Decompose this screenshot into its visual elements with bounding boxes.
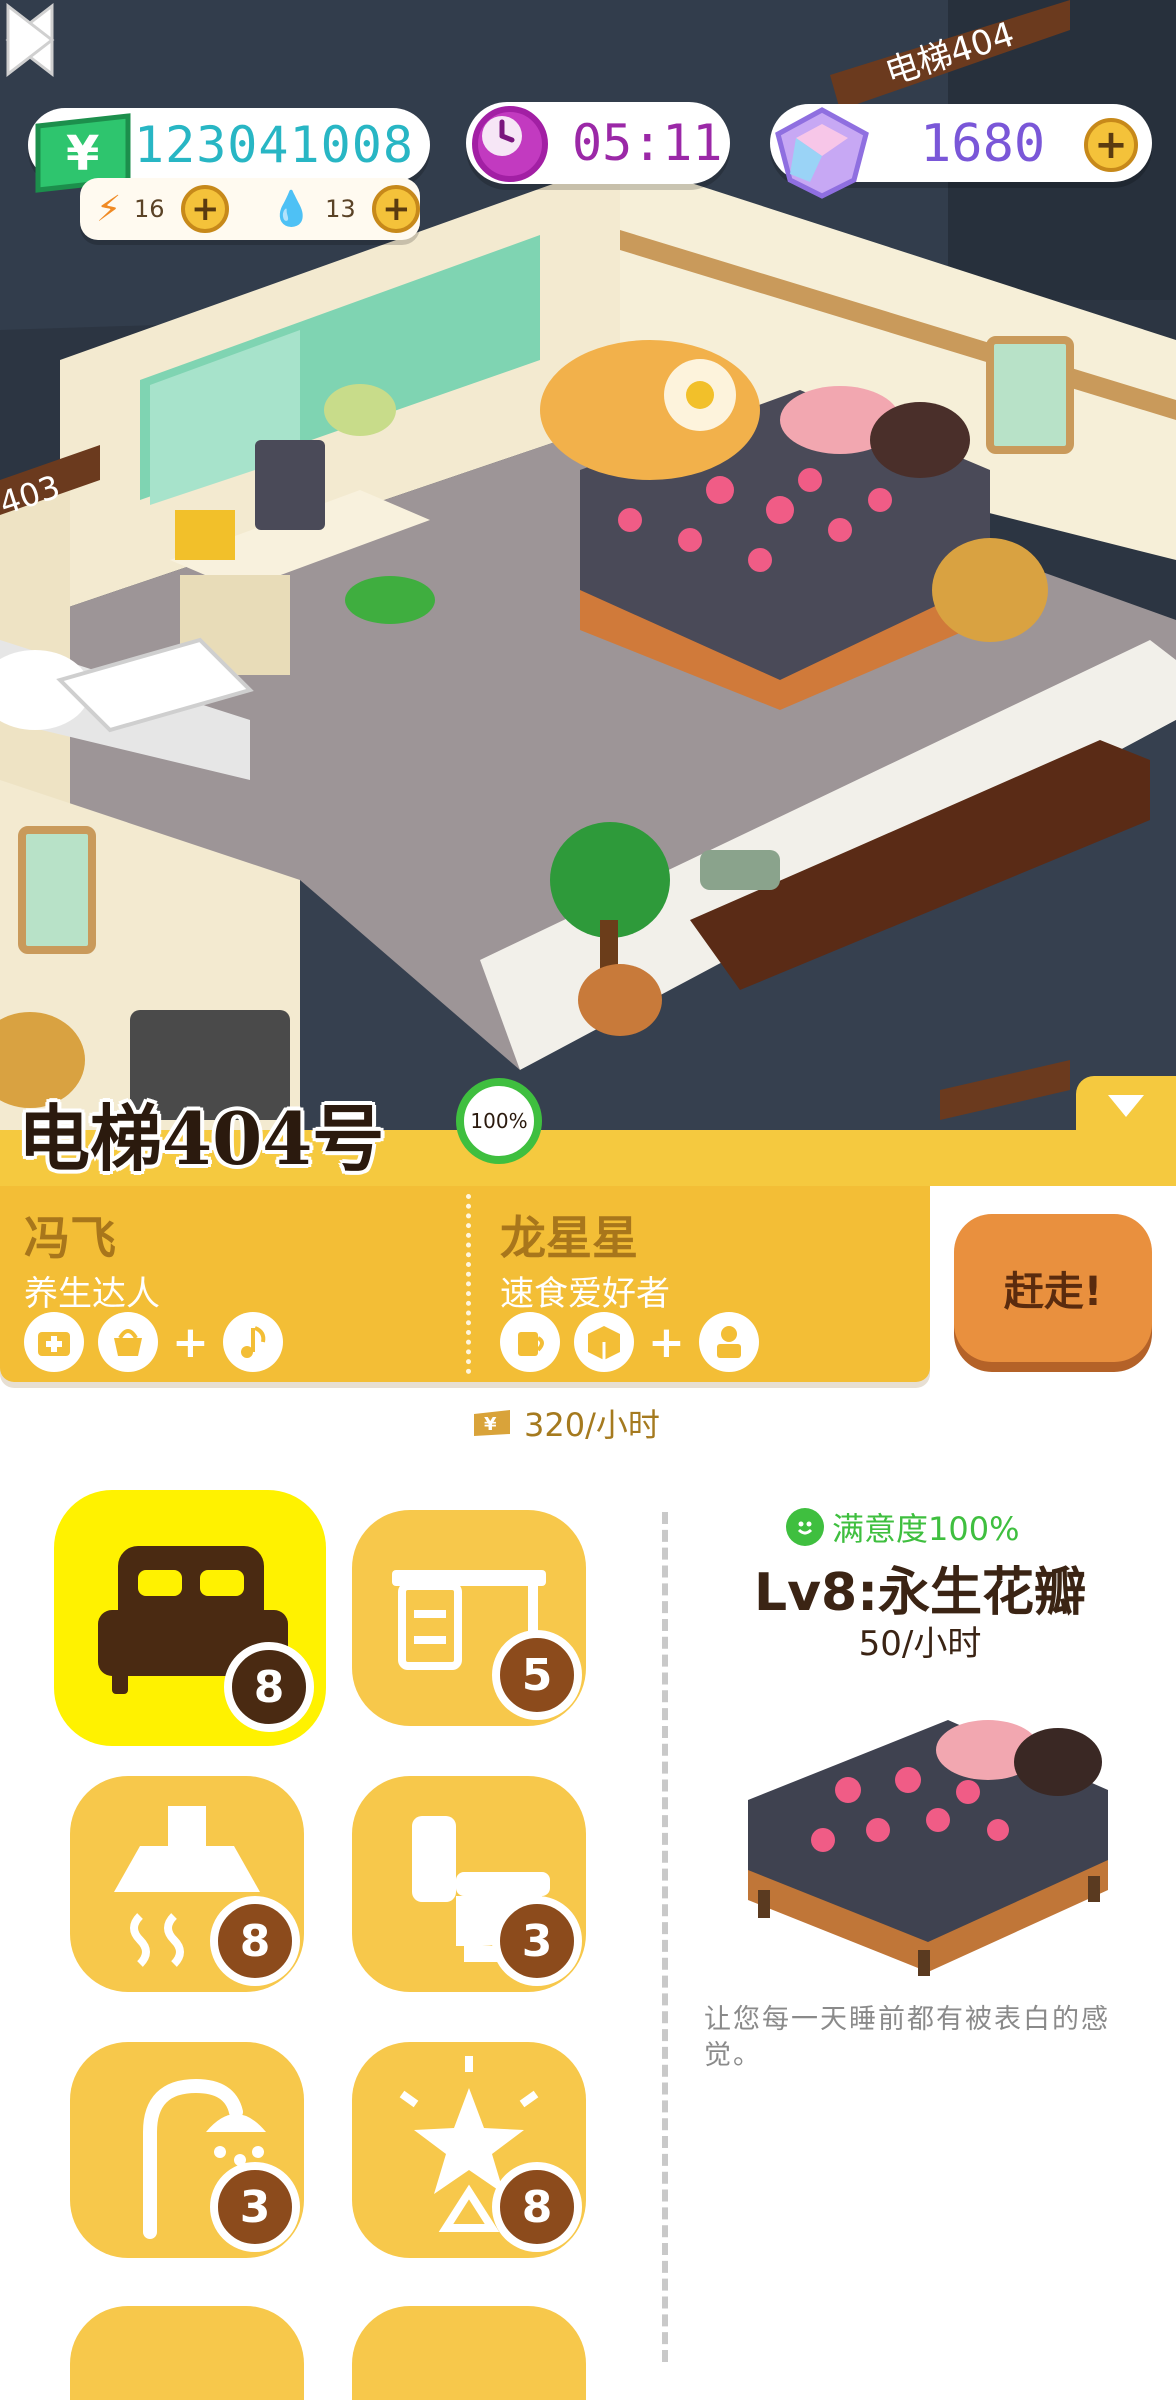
- tenant-needs: +: [500, 1312, 759, 1372]
- box-icon: [574, 1312, 634, 1372]
- room-title: 电梯404号: [18, 1096, 385, 1181]
- add-energy-button[interactable]: +: [181, 185, 230, 233]
- resource-sub-counter: ⚡ 16 + 💧 13 +: [80, 178, 421, 240]
- gem-value: 1680: [920, 114, 1046, 174]
- medical-kit-icon: [24, 1312, 84, 1372]
- chevron-down-icon: [1108, 1095, 1144, 1117]
- tenant-name: 冯飞: [24, 1211, 116, 1265]
- tenant-title: 养生达人: [24, 1274, 160, 1314]
- tenant-title: 速食爱好者: [500, 1274, 670, 1314]
- evict-button[interactable]: 赶走!: [954, 1214, 1152, 1362]
- lightning-icon: ⚡: [96, 188, 122, 230]
- category-slot-more[interactable]: [352, 2306, 586, 2400]
- money-value: 123041008: [134, 116, 414, 174]
- category-level-badge: 3: [492, 1896, 582, 1986]
- satisfaction-value: 满意度100%: [832, 1510, 1020, 1548]
- rent-value: 320/小时: [524, 1406, 660, 1444]
- water-value: 13: [325, 195, 356, 223]
- category-level-badge: 8: [210, 1896, 300, 1986]
- collapse-panel-button[interactable]: [1076, 1076, 1176, 1136]
- tenant-needs: +: [24, 1312, 283, 1372]
- smiley-icon: [786, 1508, 824, 1546]
- water-stat: 💧 13 +: [270, 185, 421, 233]
- category-decoration[interactable]: 8: [352, 2042, 586, 2258]
- room-scene[interactable]: 电梯404 403 ¥ 123041008 ⚡ 16 + 💧 13 + 05:1…: [0, 0, 1176, 1130]
- flower-pot-icon: [698, 1312, 759, 1372]
- item-description: 让您每一天睡前都有被表白的感觉。: [704, 2004, 1110, 2071]
- energy-value: 16: [134, 195, 165, 223]
- next-room-arrow-icon[interactable]: [0, 0, 60, 80]
- clock-icon: [472, 106, 548, 182]
- gem-icon: [775, 107, 869, 199]
- gem-counter: 1680 +: [770, 104, 1152, 199]
- energy-stat: ⚡ 16 +: [96, 185, 230, 233]
- timer-counter: 05:11: [466, 102, 730, 184]
- water-drop-icon: 💧: [270, 189, 313, 229]
- category-desk[interactable]: 5: [352, 1510, 586, 1726]
- svg-text:¥: ¥: [66, 126, 99, 182]
- tenant-card: 冯飞 养生达人 + 龙星星 速食爱好者 +: [0, 1186, 930, 1382]
- category-range-hood[interactable]: 8: [70, 1776, 304, 1992]
- tenant-name: 龙星星: [500, 1211, 638, 1265]
- add-gems-button[interactable]: +: [1084, 118, 1138, 172]
- category-level-badge: 3: [210, 2162, 300, 2252]
- money-counter: ¥ 123041008: [28, 108, 430, 193]
- rent-info: ¥ 320/小时: [472, 1400, 660, 1446]
- item-rate: 50/小时: [858, 1624, 982, 1664]
- occupancy-ring: 100%: [456, 1078, 542, 1164]
- category-bed[interactable]: 8: [54, 1490, 326, 1746]
- money-bill-icon: ¥: [474, 1410, 510, 1436]
- cup-icon: [500, 1312, 560, 1372]
- category-shower[interactable]: 3: [70, 2042, 304, 2258]
- category-level-badge: 5: [492, 1630, 582, 1720]
- category-level-badge: 8: [492, 2162, 582, 2252]
- plus-symbol: +: [172, 1316, 209, 1368]
- tenant-slot-1[interactable]: 冯飞 养生达人 +: [24, 1202, 464, 1372]
- item-name: Lv8:永生花瓣: [753, 1563, 1086, 1623]
- category-level-badge: 8: [224, 1642, 314, 1732]
- svg-text:¥: ¥: [484, 1414, 497, 1435]
- plus-symbol: +: [648, 1316, 685, 1368]
- category-slot-more[interactable]: [70, 2306, 304, 2400]
- add-water-button[interactable]: +: [372, 185, 421, 233]
- tenant-divider: [466, 1194, 471, 1374]
- bed-item-image: [748, 1720, 1108, 1976]
- grid-divider: [662, 1512, 668, 2362]
- tenant-slot-2[interactable]: 龙星星 速食爱好者 +: [500, 1202, 940, 1372]
- time-value: 05:11: [572, 114, 723, 172]
- category-toilet[interactable]: 3: [352, 1776, 586, 1992]
- basket-icon: [98, 1312, 158, 1372]
- music-note-icon: [222, 1312, 283, 1372]
- satisfaction-label: 满意度100%: [786, 1504, 1020, 1550]
